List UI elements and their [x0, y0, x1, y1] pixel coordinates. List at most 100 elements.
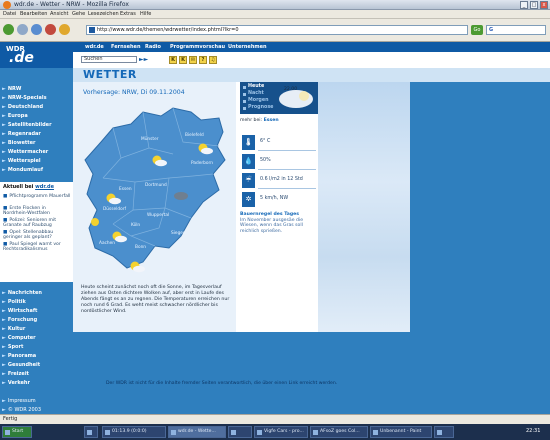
thermometer-icon: 🌡	[242, 135, 255, 150]
precip-amount-value: 0.6 l/m2 in 12 Std	[260, 177, 303, 182]
sidebar-item-kultur[interactable]: ► Kultur	[2, 326, 25, 332]
aktuell-heading: Aktuell bei wdr.de	[3, 184, 54, 190]
city-wuppertal: Wuppertal	[147, 212, 169, 218]
close-button[interactable]: x	[540, 1, 548, 9]
sidebar-item-wirtschaft[interactable]: ► Wirtschaft	[2, 308, 37, 314]
taskbar-item[interactable]: Vigfe Cars - pro...	[254, 426, 308, 438]
section-header: WETTER	[73, 68, 550, 82]
aktuell-item[interactable]: ■ Erste Flocken in Nordrhein-Westfalen	[3, 206, 71, 216]
tab-morgen[interactable]: Morgen	[248, 98, 269, 103]
menu-lesezeichen[interactable]: Lesezeichen	[88, 11, 119, 17]
google-icon: G	[489, 27, 494, 33]
sidebar-item-verkehr[interactable]: ► Verkehr	[2, 380, 30, 386]
sidebar-item-politik[interactable]: ► Politik	[2, 299, 26, 305]
precip-probability-value: 50%	[260, 158, 271, 163]
wdr-logo[interactable]: WDR .de	[0, 42, 73, 68]
city-aachen: Aachen	[99, 240, 115, 246]
bookmark-icon[interactable]: K	[179, 56, 187, 64]
taskbar-item[interactable]: Unbenannt - Paint	[370, 426, 432, 438]
navigation-toolbar: http://www.wdr.de/themen/wdrwetter/index…	[0, 19, 550, 42]
top-navigation: wdr.de Fernsehen Radio Programmvorschau …	[73, 42, 550, 52]
tab-prognose[interactable]: Prognose	[248, 105, 273, 110]
impressum-link[interactable]: ► Impressum	[2, 398, 36, 404]
sidebar-item-freizeit[interactable]: ► Freizeit	[2, 371, 29, 377]
menu-hilfe[interactable]: Hilfe	[140, 11, 151, 17]
aktuell-item[interactable]: ■ Paul Spiegel warnt vor Rechtsradikalism…	[3, 242, 71, 252]
status-bar: Fertig	[0, 414, 550, 424]
audio-icon[interactable]: ♫	[209, 56, 217, 64]
site-search-go-button[interactable]: ►►	[139, 56, 148, 63]
sidebar-item-nachrichten[interactable]: ► Nachrichten	[2, 290, 42, 296]
city-essen: Essen	[119, 186, 132, 192]
print-icon[interactable]: K	[169, 56, 177, 64]
back-icon[interactable]	[3, 24, 14, 35]
topnav-programmvorschau[interactable]: Programmvorschau	[170, 44, 225, 50]
reload-icon[interactable]	[31, 24, 42, 35]
taskbar-item[interactable]: AFsoZ goes Col...	[310, 426, 368, 438]
forward-icon[interactable]	[17, 24, 28, 35]
stop-icon[interactable]	[45, 24, 56, 35]
sidebar-item-europa[interactable]: ► Europa	[2, 113, 28, 119]
sidebar-item-mondumlauf[interactable]: ► Mondumlauf	[2, 167, 43, 173]
taskbar-item[interactable]	[228, 426, 252, 438]
city-selector[interactable]: mehr bei: Essen	[240, 118, 279, 123]
sidebar-item-wetterspiel[interactable]: ► Wetterspiel	[2, 158, 41, 164]
site-favicon	[89, 27, 95, 33]
web-search-input[interactable]: G	[486, 25, 546, 35]
site-search-input[interactable]: Suchen	[81, 56, 137, 63]
sidebar-item-wettermacher[interactable]: ► Wettermacher	[2, 149, 48, 155]
taskbar-item[interactable]: 01:13.9 (0:0:0)	[102, 426, 166, 438]
taskbar-item[interactable]	[434, 426, 454, 438]
menu-gehe[interactable]: Gehe	[72, 11, 85, 17]
maximize-button[interactable]: □	[530, 1, 538, 9]
precip-probability-stat: 💧 50%	[240, 153, 318, 171]
menu-datei[interactable]: Datei	[3, 11, 16, 17]
sidebar-item-satellitenbilder[interactable]: ► Satellitenbilder	[2, 122, 52, 128]
sidebar-item-panorama[interactable]: ► Panorama	[2, 353, 36, 359]
footer-disclaimer: Der WDR ist nicht für die Inhalte fremde…	[106, 381, 338, 386]
aktuell-item[interactable]: ■ Pflichtprogramm Mauerfall	[3, 194, 71, 199]
firefox-icon	[3, 1, 11, 9]
taskbar-item[interactable]	[84, 426, 98, 438]
url-input[interactable]: http://www.wdr.de/themen/wdrwetter/index…	[86, 25, 468, 35]
sidebar-item-nrw-specials[interactable]: ► NRW-Specials	[2, 95, 47, 101]
status-text: Fertig	[3, 416, 18, 422]
sidebar-item-deutschland[interactable]: ► Deutschland	[2, 104, 43, 110]
help-icon[interactable]: ?	[199, 56, 207, 64]
tab-heute[interactable]: Heute	[248, 84, 264, 89]
start-button[interactable]: Start	[2, 426, 32, 438]
topnav-radio[interactable]: Radio	[145, 44, 161, 50]
tab-nacht[interactable]: Nacht	[248, 91, 264, 96]
minimize-button[interactable]: _	[520, 1, 528, 9]
menu-ansicht[interactable]: Ansicht	[50, 11, 68, 17]
wind-stat: ✲ 5 km/h, NW	[240, 191, 318, 209]
nrw-weather-map[interactable]: Bielefeld Münster Paderborn Dortmund Ess…	[73, 98, 236, 283]
mail-icon[interactable]: ✉	[189, 56, 197, 64]
sidebar-item-biowetter[interactable]: ► Biowetter	[2, 140, 35, 146]
sidebar-item-gesundheit[interactable]: ► Gesundheit	[2, 362, 40, 368]
page-viewport: WDR .de wdr.de Fernsehen Radio Programmv…	[0, 42, 550, 414]
sidebar-item-nrw[interactable]: ► NRW	[2, 86, 21, 92]
wind-value: 5 km/h, NW	[260, 196, 289, 201]
lower-band	[73, 332, 550, 380]
sidebar-item-computer[interactable]: ► Computer	[2, 335, 36, 341]
sidebar: ► NRW ► NRW-Specials ► Deutschland ► Europa …	[0, 68, 73, 414]
taskbar-item-firefox[interactable]: wdr.de - Wette...	[168, 426, 226, 438]
menu-extras[interactable]: Extras	[120, 11, 136, 17]
aktuell-item[interactable]: ■ Polizei: Senioren mit Granate auf Raubz…	[3, 218, 71, 228]
go-button[interactable]: Go	[471, 25, 483, 35]
sidebar-item-sport[interactable]: ► Sport	[2, 344, 23, 350]
temperature-value: 6° C	[260, 139, 271, 144]
home-icon[interactable]	[59, 24, 70, 35]
city-duesseldorf: Düsseldorf	[103, 206, 126, 212]
sidebar-item-forschung[interactable]: ► Forschung	[2, 317, 37, 323]
city-bielefeld: Bielefeld	[185, 132, 204, 138]
sidebar-item-regenradar[interactable]: ► Regenradar	[2, 131, 41, 137]
topnav-fernsehen[interactable]: Fernsehen	[111, 44, 141, 50]
topnav-unternehmen[interactable]: Unternehmen	[228, 44, 267, 50]
menu-bearbeiten[interactable]: Bearbeiten	[20, 11, 47, 17]
forecast-panel: Vorhersage: NRW, Di 09.11.2004 Bielefeld…	[73, 82, 236, 332]
topnav-wdrde[interactable]: wdr.de	[85, 44, 104, 50]
copyright: ► © WDR 2003	[2, 407, 42, 413]
aktuell-item[interactable]: ■ Opel: Stellenabbau geringer als geplant…	[3, 230, 71, 240]
